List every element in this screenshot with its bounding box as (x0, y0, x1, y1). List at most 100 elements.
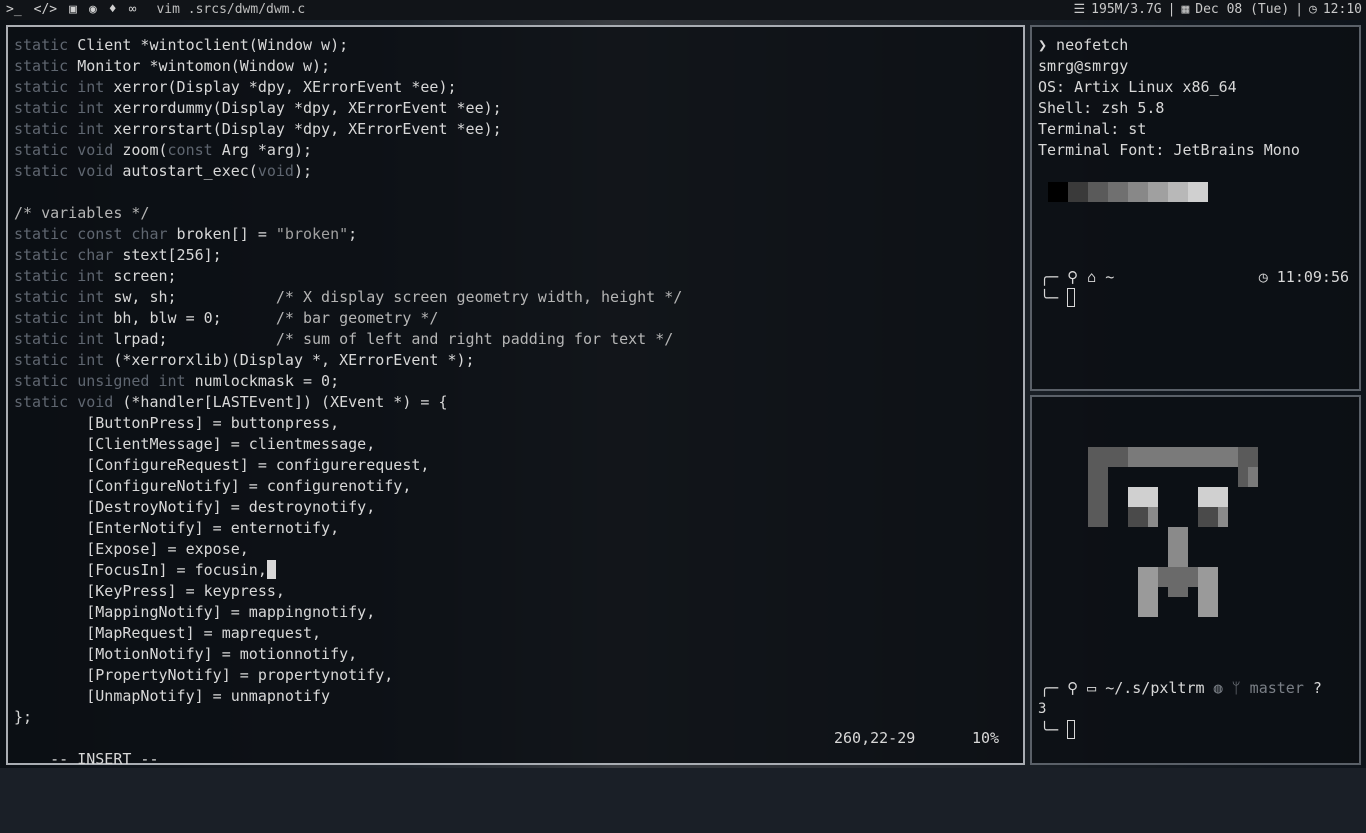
comment-token: /* variables */ (14, 204, 150, 222)
code-token: ; (348, 225, 358, 243)
code-line[interactable]: static Client *wintoclient(Window w); (14, 35, 682, 56)
code-line[interactable]: [ConfigureRequest] = configurerequest, (14, 455, 682, 476)
code-token: [MappingNotify] = mappingnotify, (14, 603, 376, 621)
code-line[interactable]: static int xerrordummy(Display *dpy, XEr… (14, 98, 682, 119)
code-line[interactable]: static char stext[256]; (14, 245, 682, 266)
linux-icon: ⚲ (1067, 679, 1079, 697)
link-icon[interactable]: ∞ (129, 0, 137, 20)
separator: | (1167, 2, 1176, 17)
code-line[interactable]: static int sw, sh; /* X display screen g… (14, 287, 682, 308)
prompt-path: ~ (1105, 268, 1115, 286)
color-swatch (1108, 182, 1128, 202)
keyword-token: static int (14, 78, 105, 96)
scroll-percent: 10% (972, 729, 1000, 747)
window-title: vim .srcs/dwm/dwm.c (156, 2, 306, 17)
code-line[interactable]: /* variables */ (14, 203, 682, 224)
code-token: [MotionNotify] = motionnotify, (14, 645, 358, 663)
code-line[interactable]: static Monitor *wintomon(Window w); (14, 56, 682, 77)
code-line[interactable]: [ButtonPress] = buttonpress, (14, 413, 682, 434)
prompt-line-1: ╭─ ⚲ ⌂ ~ ◷ 11:09:56 (1040, 268, 1350, 286)
code-line[interactable]: [ClientMessage] = clientmessage, (14, 434, 682, 455)
code-token: }; (14, 708, 33, 726)
code-token: numlockmask = 0; (185, 372, 340, 390)
home-icon: ⌂ (1087, 268, 1097, 286)
fire-icon[interactable]: ♦ (109, 0, 117, 20)
code-token: [ConfigureRequest] = configurerequest, (14, 456, 430, 474)
code-token: broken[] = (167, 225, 276, 243)
code-line[interactable]: static void zoom(const Arg *arg); (14, 140, 682, 161)
git-prompt-line-1: ╭─ ⚲ ▭ ~/.s/pxltrm ◍ ᛘ master ? (1040, 679, 1322, 697)
git-status: ? (1312, 679, 1322, 697)
pxltrm-terminal[interactable]: ╭─ ⚲ ▭ ~/.s/pxltrm ◍ ᛘ master ? 3 ╰─ (1030, 395, 1361, 765)
vim-mode: -- INSERT -- (50, 750, 159, 768)
color-swatch (1068, 182, 1088, 202)
terminal-icon[interactable]: >_ (6, 0, 22, 20)
calendar-icon: ▦ (1181, 2, 1190, 17)
pixel-art-face (1088, 447, 1258, 617)
code-line[interactable]: [MappingNotify] = mappingnotify, (14, 602, 682, 623)
code-line[interactable]: [UnmapNotify] = unmapnotify (14, 686, 682, 707)
keyword-token: static unsigned int (14, 372, 186, 390)
color-swatch (1148, 182, 1168, 202)
code-line[interactable] (14, 182, 682, 203)
code-line[interactable]: static int (*xerrorxlib)(Display *, XErr… (14, 350, 682, 371)
color-swatch (1048, 182, 1068, 202)
code-line[interactable]: [ConfigureNotify] = configurenotify, (14, 476, 682, 497)
github-icon: ◍ (1213, 679, 1223, 697)
git-prompt-line-2[interactable]: ╰─ (1040, 720, 1076, 741)
keyword-token: static const char (14, 225, 168, 243)
code-token: lrpad; (104, 330, 276, 348)
neofetch-output: ❯ neofetch smrg@smrgy OS: Artix Linux x8… (1038, 35, 1300, 161)
neofetch-command: ❯ neofetch (1038, 36, 1129, 54)
code-line[interactable]: static void autostart_exec(void); (14, 161, 682, 182)
code-line[interactable]: static int screen; (14, 266, 682, 287)
code-line[interactable]: static unsigned int numlockmask = 0; (14, 371, 682, 392)
keyword-token: void (257, 162, 294, 180)
git-status-count: 3 (1038, 701, 1047, 717)
code-line[interactable]: [PropertyNotify] = propertynotify, (14, 665, 682, 686)
linux-icon: ⚲ (1067, 268, 1079, 286)
neofetch-terminal[interactable]: ❯ neofetch smrg@smrgy OS: Artix Linux x8… (1030, 25, 1361, 391)
code-token: [EnterNotify] = enternotify, (14, 519, 340, 537)
branch-icon: ᛘ (1231, 679, 1241, 697)
prompt-path: ~/.s/pxltrm (1105, 679, 1205, 697)
terminal-cursor (1067, 288, 1076, 307)
code-token: [DestroyNotify] = destroynotify, (14, 498, 376, 516)
code-buffer[interactable]: static Client *wintoclient(Window w); sta… (14, 35, 682, 728)
code-token: sw, sh; (104, 288, 276, 306)
status-area: ☰ 195M/3.7G | ▦ Dec 08 (Tue) | ◷ 12:10 (1074, 0, 1362, 20)
color-swatch (1188, 182, 1208, 202)
color-swatches (1048, 182, 1208, 202)
code-line[interactable]: [DestroyNotify] = destroynotify, (14, 497, 682, 518)
keyword-token: static int (14, 309, 105, 327)
code-line[interactable]: [EnterNotify] = enternotify, (14, 518, 682, 539)
prompt-line-2[interactable]: ╰─ (1040, 288, 1076, 309)
code-line[interactable]: static const char broken[] = "broken"; (14, 224, 682, 245)
code-line[interactable]: static int lrpad; /* sum of left and rig… (14, 329, 682, 350)
code-line[interactable]: static int xerror(Display *dpy, XErrorEv… (14, 77, 682, 98)
keyword-token: static int (14, 288, 105, 306)
keyword-token: static char (14, 246, 114, 264)
spotify-icon[interactable]: ◉ (89, 0, 97, 20)
keyword-token: static (14, 36, 69, 54)
code-icon[interactable]: </> (34, 0, 57, 20)
terminal-cursor (1067, 720, 1076, 739)
code-line[interactable]: [MapRequest] = maprequest, (14, 623, 682, 644)
code-token: Arg *arg); (212, 141, 313, 159)
vim-window[interactable]: static Client *wintoclient(Window w); sta… (6, 25, 1025, 768)
code-token: [ConfigureNotify] = configurenotify, (14, 477, 412, 495)
code-line[interactable]: static int bh, blw = 0; /* bar geometry … (14, 308, 682, 329)
code-line[interactable]: static int xerrorstart(Display *dpy, XEr… (14, 119, 682, 140)
code-line[interactable]: static void (*handler[LASTEvent]) (XEven… (14, 392, 682, 413)
code-line[interactable]: [FocusIn] = focusin, (14, 560, 682, 581)
code-token: [ClientMessage] = clientmessage, (14, 435, 376, 453)
code-line[interactable]: [MotionNotify] = motionnotify, (14, 644, 682, 665)
comment-token: /* X display screen geometry width, heig… (275, 288, 683, 306)
code-line[interactable]: [Expose] = expose, (14, 539, 682, 560)
code-line[interactable]: }; (14, 707, 682, 728)
code-token: [KeyPress] = keypress, (14, 582, 285, 600)
code-line[interactable]: [KeyPress] = keypress, (14, 581, 682, 602)
chat-icon[interactable]: ▣ (69, 0, 77, 20)
comment-token: /* bar geometry */ (275, 309, 439, 327)
memory-usage: 195M/3.7G (1091, 2, 1162, 17)
